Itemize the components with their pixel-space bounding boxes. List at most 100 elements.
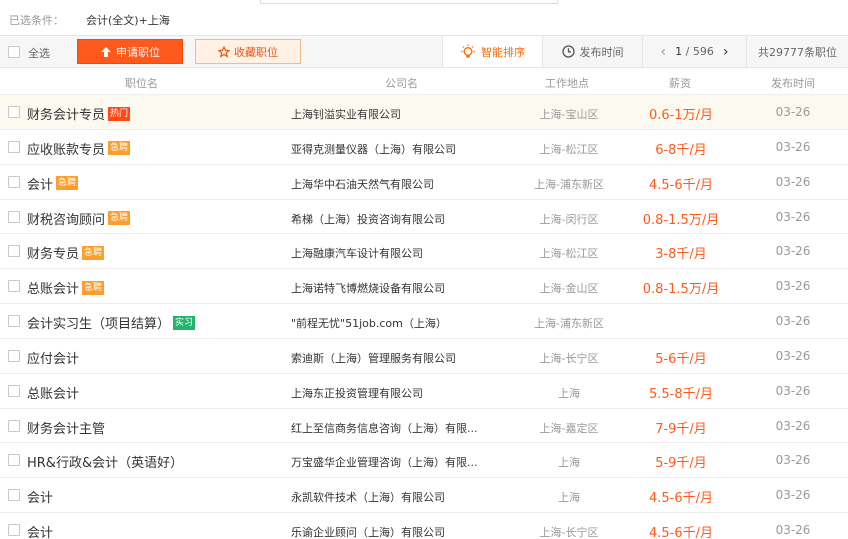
table-row[interactable]: 总账会计 急聘 上海诺特飞博燃烧设备有限公司 上海-金山区 0.8-1.5万/月 … [0, 269, 848, 305]
company-link[interactable]: 亚得克测量仪器（上海）有限公司 [291, 141, 456, 157]
sort-smart-tab[interactable]: 智能排序 [442, 36, 543, 67]
lightbulb-icon [461, 44, 475, 58]
row-checkbox[interactable] [8, 489, 20, 502]
job-location: 上海 [558, 491, 580, 505]
table-row[interactable]: 财务会计专员 热门 上海钊溢实业有限公司 上海-宝山区 0.6-1万/月 03-2… [0, 95, 848, 130]
job-title-link[interactable]: 总账会计 [27, 383, 79, 402]
total-count: 共29777条职位 [758, 45, 837, 59]
favorite-job-label: 收藏职位 [234, 45, 278, 59]
job-title-link[interactable]: 会计 [27, 487, 53, 506]
select-all-checkbox[interactable] [8, 46, 20, 58]
row-checkbox[interactable] [8, 140, 20, 153]
sort-smart-label: 智能排序 [481, 45, 525, 59]
urgent-tag: 急聘 [82, 245, 105, 260]
page-current: 1 [675, 45, 683, 58]
job-title-link[interactable]: 应付会计 [27, 348, 79, 367]
job-title-link[interactable]: HR&行政&会计（英语好） [27, 452, 183, 471]
job-salary: 0.8-1.5万/月 [642, 212, 720, 228]
row-checkbox[interactable] [8, 454, 20, 467]
header-company: 公司名 [385, 77, 418, 90]
job-salary: 5-6千/月 [655, 351, 707, 367]
row-checkbox[interactable] [8, 384, 20, 397]
select-all-label[interactable]: 全选 [28, 45, 50, 61]
table-row[interactable]: 应付会计 索迪斯（上海）管理服务有限公司 上海-长宁区 5-6千/月 03-26 [0, 339, 848, 374]
header-salary: 薪资 [669, 77, 691, 90]
table-row[interactable]: 会计 永凯软件技术（上海）有限公司 上海 4.5-6千/月 03-26 [0, 478, 848, 514]
job-location: 上海 [558, 456, 580, 470]
table-row[interactable]: 应收账款专员 急聘 亚得克测量仪器（上海）有限公司 上海-松江区 6-8千/月 0… [0, 130, 848, 165]
row-checkbox[interactable] [8, 524, 20, 537]
company-link[interactable]: 红上至信商务信息咨询（上海）有限... [291, 420, 478, 436]
company-link[interactable]: 希梯（上海）投资咨询有限公司 [291, 211, 445, 227]
urgent-tag: 急聘 [108, 141, 131, 156]
job-date: 03-26 [775, 418, 811, 433]
table-row[interactable]: HR&行政&会计（英语好） 万宝盛华企业管理咨询（上海）有限... 上海 5-9… [0, 443, 848, 479]
job-location: 上海-金山区 [539, 282, 599, 296]
job-title-link[interactable]: 会计 [27, 174, 53, 193]
job-title-link[interactable]: 会计实习生（项目结算） [27, 313, 170, 332]
table-row[interactable]: 会计实习生（项目结算） 实习 "前程无忧"51job.com（上海） 上海-浦东新… [0, 304, 848, 339]
row-checkbox[interactable] [8, 349, 20, 362]
table-row[interactable]: 总账会计 上海东正投资管理有限公司 上海 5.5-8千/月 03-26 [0, 374, 848, 409]
urgent-tag: 急聘 [82, 280, 105, 295]
job-location: 上海-宝山区 [539, 108, 599, 121]
company-link[interactable]: 上海融康汽车设计有限公司 [291, 245, 423, 261]
job-title-link[interactable]: 总账会计 [27, 278, 79, 297]
table-row[interactable]: 财务专员 急聘 上海融康汽车设计有限公司 上海-松江区 3-8千/月 03-26 [0, 234, 848, 270]
job-date: 03-26 [775, 314, 811, 329]
filter-label: 已选条件： [9, 14, 64, 27]
company-link[interactable]: 乐谕企业顾问（上海）有限公司 [291, 524, 445, 539]
job-date: 03-26 [775, 244, 811, 259]
job-location: 上海-闵行区 [539, 212, 599, 226]
toolbar: 全选 申请职位 收藏职位 智能排序 发布时间 ‹ 1 / 596 › 共2977… [0, 35, 848, 68]
job-location: 上海-松江区 [539, 247, 599, 261]
job-title-link[interactable]: 应收账款专员 [27, 139, 105, 158]
row-checkbox[interactable] [8, 106, 20, 118]
header-location: 工作地点 [545, 77, 589, 90]
job-title-link[interactable]: 财税咨询顾问 [27, 209, 105, 228]
table-row[interactable]: 财务会计主管 红上至信商务信息咨询（上海）有限... 上海-嘉定区 7-9千/月… [0, 409, 848, 444]
job-date: 03-26 [775, 174, 811, 189]
job-title-link[interactable]: 财务会计专员 [27, 104, 105, 123]
job-salary: 0.8-1.5万/月 [642, 282, 720, 298]
job-location: 上海-松江区 [539, 142, 599, 156]
row-checkbox[interactable] [8, 280, 20, 293]
job-title-link[interactable]: 财务专员 [27, 243, 79, 262]
job-location: 上海-长宁区 [539, 351, 599, 365]
apply-job-button[interactable]: 申请职位 [77, 39, 183, 64]
sort-time-label: 发布时间 [579, 45, 624, 59]
job-date: 03-26 [775, 383, 811, 398]
job-location: 上海 [558, 386, 580, 400]
company-link[interactable]: 上海诺特飞博燃烧设备有限公司 [291, 280, 445, 296]
row-checkbox[interactable] [8, 210, 20, 223]
hot-tag: 热门 [108, 106, 131, 121]
company-link[interactable]: 上海东正投资管理有限公司 [291, 385, 423, 401]
job-title-link[interactable]: 财务会计主管 [27, 418, 105, 437]
job-date: 03-26 [775, 279, 811, 294]
chevron-left-icon[interactable]: ‹ [661, 44, 667, 60]
job-salary: 6-8千/月 [655, 142, 707, 158]
job-location: 上海-浦东新区 [534, 317, 604, 331]
sort-time-tab[interactable]: 发布时间 [543, 36, 643, 67]
table-row[interactable]: 会计 乐谕企业顾问（上海）有限公司 上海-长宁区 4.5-6千/月 03-26 [0, 513, 848, 539]
company-link[interactable]: 索迪斯（上海）管理服务有限公司 [291, 350, 456, 366]
urgent-tag: 急聘 [56, 176, 79, 191]
table-row[interactable]: 会计 急聘 上海华中石油天然气有限公司 上海-浦东新区 4.5-6千/月 03-2… [0, 165, 848, 200]
job-salary: 0.6-1万/月 [648, 108, 714, 123]
favorite-job-button[interactable]: 收藏职位 [195, 39, 301, 64]
job-location: 上海-嘉定区 [539, 421, 599, 435]
filter-value: 会计(全文)+上海 [86, 14, 170, 27]
company-link[interactable]: 上海华中石油天然气有限公司 [291, 176, 434, 192]
row-checkbox[interactable] [8, 315, 20, 328]
company-link[interactable]: "前程无忧"51job.com（上海） [291, 315, 447, 331]
company-link[interactable]: 上海钊溢实业有限公司 [291, 106, 401, 122]
company-link[interactable]: 永凯软件技术（上海）有限公司 [291, 489, 445, 505]
row-checkbox[interactable] [8, 175, 20, 188]
job-date: 03-26 [775, 139, 811, 154]
chevron-right-icon[interactable]: › [723, 44, 729, 60]
table-row[interactable]: 财税咨询顾问 急聘 希梯（上海）投资咨询有限公司 上海-闵行区 0.8-1.5万/… [0, 200, 848, 235]
job-title-link[interactable]: 会计 [27, 522, 53, 539]
row-checkbox[interactable] [8, 419, 20, 432]
company-link[interactable]: 万宝盛华企业管理咨询（上海）有限... [291, 454, 478, 470]
row-checkbox[interactable] [8, 245, 20, 258]
